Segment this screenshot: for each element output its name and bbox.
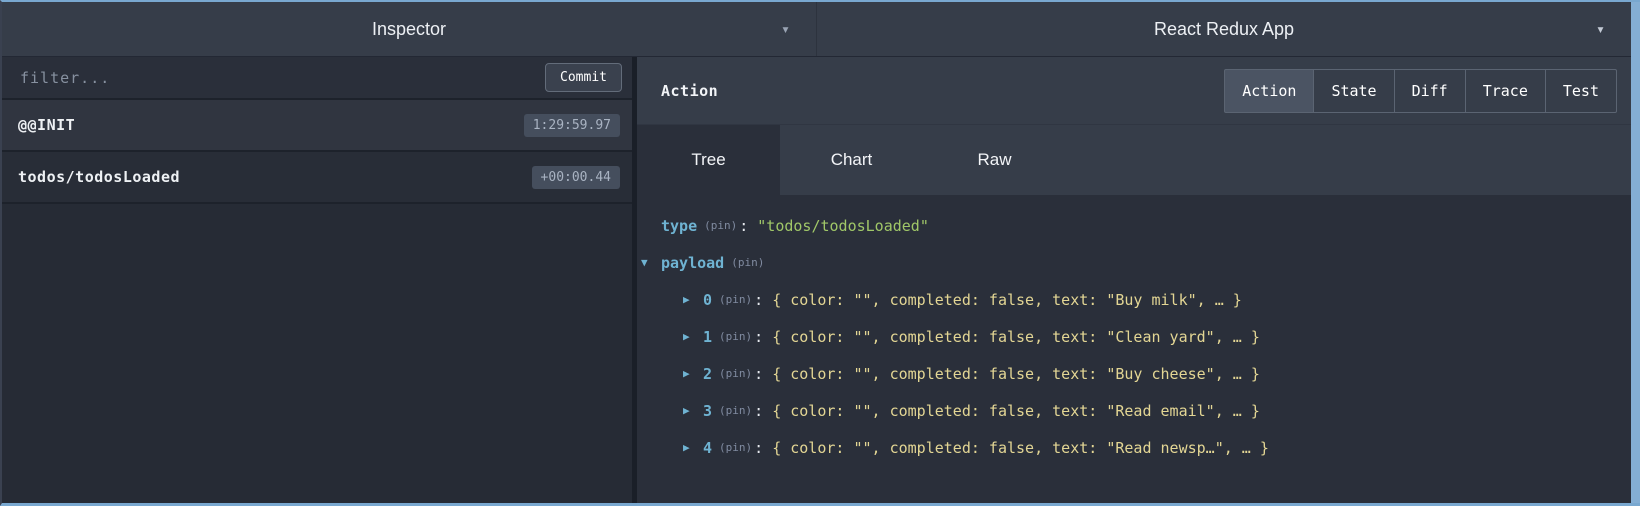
top-bar: Inspector ▾ React Redux App ▾ <box>2 2 1631 57</box>
action-list-panel: Commit @@INIT 1:29:59.97 todos/todosLoad… <box>2 57 632 503</box>
redux-devtools-window: Inspector ▾ React Redux App ▾ Commit @@I… <box>0 0 1640 506</box>
tab-action[interactable]: Action <box>1224 69 1314 113</box>
detail-tab-group: Action State Diff Trace Test <box>1224 69 1617 113</box>
pin-button[interactable]: (pin) <box>704 219 737 232</box>
expand-arrow-icon[interactable]: ▶ <box>683 404 703 417</box>
expand-arrow-icon[interactable]: ▶ <box>683 293 703 306</box>
tree-row-payload: ▼ payload (pin) <box>641 244 1631 281</box>
pin-button[interactable]: (pin) <box>731 256 764 269</box>
subtab-raw[interactable]: Raw <box>923 125 1066 195</box>
pin-button[interactable]: (pin) <box>719 367 752 380</box>
tree-string-value: "todos/todosLoaded" <box>757 217 929 235</box>
tree-key[interactable]: payload <box>661 254 724 272</box>
colon: : <box>754 328 763 346</box>
pin-button[interactable]: (pin) <box>719 404 752 417</box>
action-item[interactable]: todos/todosLoaded +00:00.44 <box>2 152 632 204</box>
tree-index[interactable]: 3 <box>703 402 712 420</box>
colon: : <box>739 217 748 235</box>
tab-trace[interactable]: Trace <box>1465 69 1546 113</box>
colon: : <box>754 365 763 383</box>
subtab-chart[interactable]: Chart <box>780 125 923 195</box>
tab-diff[interactable]: Diff <box>1394 69 1466 113</box>
action-timestamp: 1:29:59.97 <box>524 114 620 137</box>
colon: : <box>754 439 763 457</box>
action-name: todos/todosLoaded <box>18 168 180 186</box>
action-timestamp: +00:00.44 <box>532 166 620 189</box>
tree-row-item: ▶ 1 (pin) : { color: "", completed: fals… <box>641 318 1631 355</box>
tab-state[interactable]: State <box>1313 69 1394 113</box>
subtab-tree[interactable]: Tree <box>637 125 780 195</box>
action-name: @@INIT <box>18 116 75 134</box>
tree-index[interactable]: 1 <box>703 328 712 346</box>
filter-input[interactable] <box>18 68 535 88</box>
devtools-content: Inspector ▾ React Redux App ▾ Commit @@I… <box>2 2 1631 503</box>
instance-dropdown[interactable]: React Redux App ▾ <box>816 2 1631 56</box>
expand-arrow-icon[interactable]: ▶ <box>683 330 703 343</box>
object-preview: { color: "", completed: false, text: "Re… <box>772 402 1260 420</box>
main-split: Commit @@INIT 1:29:59.97 todos/todosLoad… <box>2 57 1631 503</box>
tab-test[interactable]: Test <box>1545 69 1617 113</box>
view-subtabs: Tree Chart Raw <box>637 125 1631 195</box>
json-tree: type (pin) : "todos/todosLoaded" ▼ paylo… <box>637 195 1631 503</box>
expand-arrow-icon[interactable]: ▶ <box>683 441 703 454</box>
monitor-dropdown[interactable]: Inspector ▾ <box>2 2 816 56</box>
pin-button[interactable]: (pin) <box>719 293 752 306</box>
object-preview: { color: "", completed: false, text: "Bu… <box>772 291 1242 309</box>
filter-row: Commit <box>2 57 632 100</box>
pin-button[interactable]: (pin) <box>719 330 752 343</box>
tree-index[interactable]: 2 <box>703 365 712 383</box>
instance-dropdown-label: React Redux App <box>1154 19 1294 40</box>
pin-button[interactable]: (pin) <box>719 441 752 454</box>
expand-arrow-icon[interactable]: ▶ <box>683 367 703 380</box>
tree-index[interactable]: 0 <box>703 291 712 309</box>
tree-row-item: ▶ 0 (pin) : { color: "", completed: fals… <box>641 281 1631 318</box>
tree-index[interactable]: 4 <box>703 439 712 457</box>
colon: : <box>754 291 763 309</box>
commit-button[interactable]: Commit <box>545 63 622 92</box>
tree-row-type: type (pin) : "todos/todosLoaded" <box>641 207 1631 244</box>
action-detail-panel: Action Action State Diff Trace Test Tree… <box>637 57 1631 503</box>
tree-key: type <box>661 217 697 235</box>
monitor-dropdown-label: Inspector <box>372 19 446 40</box>
object-preview: { color: "", completed: false, text: "Cl… <box>772 328 1260 346</box>
colon: : <box>754 402 763 420</box>
object-preview: { color: "", completed: false, text: "Bu… <box>772 365 1260 383</box>
chevron-down-icon: ▾ <box>1596 20 1605 38</box>
tree-row-item: ▶ 3 (pin) : { color: "", completed: fals… <box>641 392 1631 429</box>
detail-title: Action <box>661 82 718 100</box>
scrollbar[interactable] <box>1631 2 1640 503</box>
tree-row-item: ▶ 4 (pin) : { color: "", completed: fals… <box>641 429 1631 466</box>
action-item[interactable]: @@INIT 1:29:59.97 <box>2 100 632 152</box>
collapse-arrow-icon[interactable]: ▼ <box>641 256 661 269</box>
chevron-down-icon: ▾ <box>781 20 790 38</box>
detail-header: Action Action State Diff Trace Test <box>637 57 1631 125</box>
tree-row-item: ▶ 2 (pin) : { color: "", completed: fals… <box>641 355 1631 392</box>
object-preview: { color: "", completed: false, text: "Re… <box>772 439 1269 457</box>
